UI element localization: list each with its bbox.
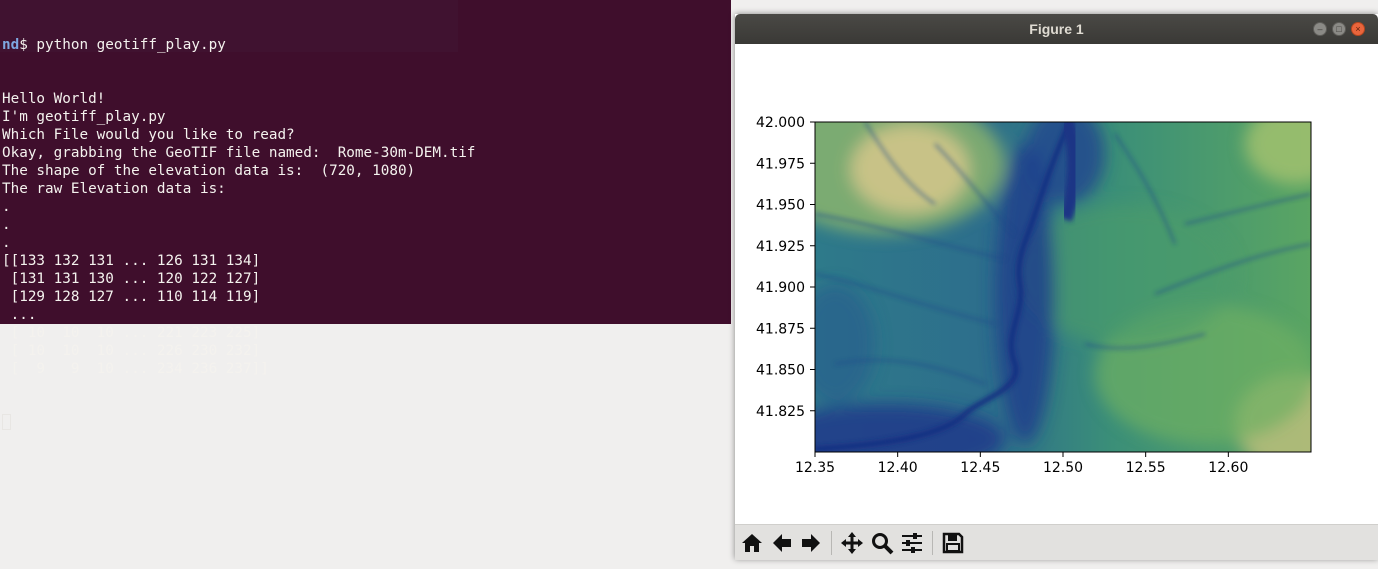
arrow-left-icon — [773, 534, 791, 552]
save-button[interactable] — [939, 529, 967, 557]
floppy-disk-icon — [942, 532, 964, 554]
terminal-cursor-line — [2, 414, 475, 432]
x-tick-label: 12.55 — [1126, 460, 1166, 476]
terminal-output-line: I'm geotiff_play.py — [2, 109, 166, 125]
y-tick-label: 41.925 — [756, 239, 805, 255]
terminal-command-line: nd$ python geotiff_play.py — [2, 36, 475, 54]
x-tick-label: 12.50 — [1043, 460, 1083, 476]
terminal-command: $ python geotiff_play.py — [19, 37, 226, 53]
arrow-right-icon — [802, 534, 820, 552]
terminal-output-line: Which File would you like to read? — [2, 127, 295, 143]
sliders-icon — [902, 533, 922, 553]
back-button[interactable] — [768, 529, 796, 557]
minimize-button[interactable]: – — [1313, 22, 1327, 36]
magnifier-icon — [872, 533, 894, 555]
terminal-window[interactable]: nd$ python geotiff_play.py Hello World! I… — [0, 0, 731, 430]
terminal-output-line: [[133 132 131 ... 126 131 134] — [2, 253, 261, 269]
figure-canvas[interactable]: 12.35 12.40 12.45 12.50 12.55 12.60 42.000 41.… — [735, 44, 1378, 524]
terminal-cursor — [2, 414, 11, 430]
x-tick-label: 12.35 — [795, 460, 835, 476]
terminal-output-line: . — [2, 217, 11, 233]
pan-button[interactable] — [838, 529, 866, 557]
y-axis: 42.000 41.975 41.950 41.925 41.900 41.875 41.8… — [756, 115, 815, 420]
y-tick-label: 42.000 — [756, 115, 805, 131]
x-tick-label: 12.40 — [878, 460, 918, 476]
zoom-button[interactable] — [868, 529, 896, 557]
home-icon — [742, 534, 762, 552]
terminal-output-line: [ 10 10 10 ... 221 223 225] — [2, 325, 261, 341]
terminal-output-line: ... — [2, 307, 37, 323]
figure-window[interactable]: Figure 1 – □ × 12.35 12.40 12.45 12.50 1… — [735, 14, 1378, 560]
window-title: Figure 1 — [1029, 21, 1084, 37]
close-button[interactable]: × — [1351, 22, 1365, 36]
figure-toolbar — [735, 524, 1378, 560]
prompt-user: nd — [2, 37, 20, 53]
x-tick-label: 12.45 — [960, 460, 1000, 476]
y-tick-label: 41.875 — [756, 321, 805, 337]
forward-button[interactable] — [797, 529, 825, 557]
terminal-output-line: [131 131 130 ... 120 122 127] — [2, 271, 261, 287]
heatmap-image — [815, 122, 1311, 452]
move-icon — [841, 532, 863, 554]
y-tick-label: 41.825 — [756, 404, 805, 420]
terminal-output-line: [129 128 127 ... 110 114 119] — [2, 289, 261, 305]
terminal-output: nd$ python geotiff_play.py Hello World! I… — [2, 0, 475, 468]
configure-subplots-button[interactable] — [898, 529, 926, 557]
terminal-output-line: [ 10 10 10 ... 226 230 232] — [2, 343, 261, 359]
y-tick-label: 41.850 — [756, 363, 805, 379]
terminal-output-line: Okay, grabbing the GeoTIF file named: Ro… — [2, 145, 476, 161]
terminal-output-line: . — [2, 199, 11, 215]
y-tick-label: 41.975 — [756, 156, 805, 172]
terminal-output-line: The shape of the elevation data is: (720… — [2, 163, 416, 179]
x-tick-label: 12.60 — [1208, 460, 1248, 476]
home-button[interactable] — [738, 529, 766, 557]
terminal-output-line: [ 9 9 10 ... 234 236 237]] — [2, 361, 269, 377]
y-tick-label: 41.900 — [756, 280, 805, 296]
elevation-chart: 12.35 12.40 12.45 12.50 12.55 12.60 42.000 41.… — [756, 115, 1312, 476]
toolbar-separator — [932, 531, 933, 555]
terminal-output-line: Hello World! — [2, 91, 106, 107]
maximize-button[interactable]: □ — [1332, 22, 1346, 36]
terminal-output-line: The raw Elevation data is: — [2, 181, 226, 197]
terminal-output-line: . — [2, 235, 11, 251]
toolbar-separator — [831, 531, 832, 555]
y-tick-label: 41.950 — [756, 198, 805, 214]
window-titlebar[interactable]: Figure 1 – □ × — [735, 14, 1378, 44]
x-axis: 12.35 12.40 12.45 12.50 12.55 12.60 — [795, 452, 1248, 476]
